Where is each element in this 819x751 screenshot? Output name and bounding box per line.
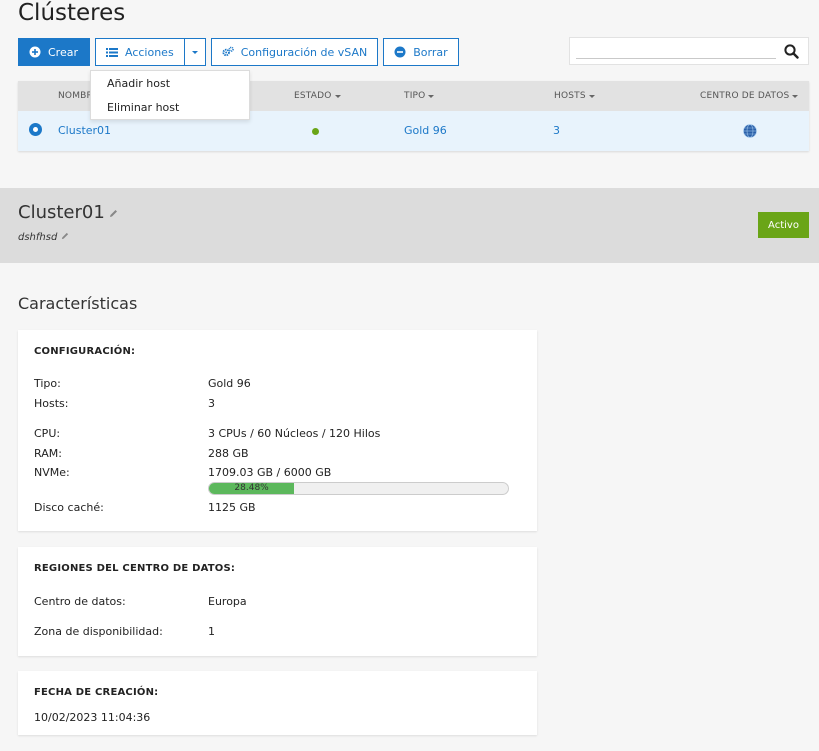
column-type-label: TIPO (404, 91, 426, 101)
row-select-radio[interactable] (29, 123, 42, 136)
creation-date-card: FECHA DE CREACIÓN: 10/02/2023 11:04:36 (18, 671, 537, 735)
type-value: Gold 96 (208, 377, 251, 390)
availability-zone-label: Zona de disponibilidad: (34, 625, 163, 638)
column-header-type[interactable]: TIPO (404, 91, 435, 101)
actions-button-label: Acciones (125, 45, 174, 59)
toolbar: Crear Acciones Configuración de vSAN Bor… (18, 38, 459, 66)
page-title: Clústeres (18, 0, 126, 26)
nvme-progress-bar: 28.48% (208, 482, 509, 495)
creation-date-value: 10/02/2023 11:04:36 (34, 711, 151, 724)
actions-dropdown-toggle[interactable] (183, 38, 206, 66)
globe-icon (743, 124, 757, 141)
ram-value: 288 GB (208, 447, 249, 460)
hosts-value: 3 (208, 397, 215, 410)
column-header-datacenter[interactable]: CENTRO DE DATOS (700, 91, 799, 101)
actions-menu: Añadir host Eliminar host (90, 70, 250, 120)
status-dot (312, 128, 319, 135)
column-header-status[interactable]: ESTADO (294, 91, 341, 101)
menu-item-remove-host[interactable]: Eliminar host (107, 101, 179, 114)
create-button-label: Crear (48, 45, 78, 59)
column-datacenter-label: CENTRO DE DATOS (700, 91, 790, 101)
column-status-label: ESTADO (294, 91, 332, 101)
availability-zone-value: 1 (208, 625, 215, 638)
edit-pencil-icon[interactable] (109, 202, 118, 223)
nvme-label: NVMe: (34, 466, 70, 479)
vsan-config-button[interactable]: Configuración de vSAN (210, 38, 379, 66)
cluster-name: Cluster01 (18, 202, 105, 223)
configuration-card: CONFIGURACIÓN: Tipo: Gold 96 Hosts: 3 CP… (18, 330, 537, 531)
cluster-type-link[interactable]: Gold 96 (404, 124, 447, 137)
datacenter-label: Centro de datos: (34, 595, 126, 608)
caret-down-icon (191, 51, 198, 54)
menu-item-add-host[interactable]: Añadir host (107, 77, 170, 90)
cluster-description-text: dshfhsd (18, 232, 58, 243)
cluster-title: Cluster01 (18, 202, 118, 223)
plus-circle-icon (29, 46, 41, 58)
type-label: Tipo: (34, 377, 61, 390)
card-heading: FECHA DE CREACIÓN: (34, 687, 159, 698)
sort-caret-icon (428, 95, 435, 98)
cpu-value: 3 CPUs / 60 Núcleos / 120 Hilos (208, 427, 381, 440)
card-heading: REGIONES DEL CENTRO DE DATOS: (34, 563, 236, 574)
cluster-name-link[interactable]: Cluster01 (58, 124, 111, 137)
sort-caret-icon (334, 95, 341, 98)
column-header-hosts[interactable]: HOSTS (554, 91, 595, 101)
search-box (569, 37, 809, 65)
regions-card: REGIONES DEL CENTRO DE DATOS: Centro de … (18, 547, 537, 656)
search-underline (576, 58, 776, 59)
vsan-config-button-label: Configuración de vSAN (240, 45, 368, 59)
card-heading: CONFIGURACIÓN: (34, 346, 136, 357)
cache-label: Disco caché: (34, 501, 104, 514)
actions-button[interactable]: Acciones (95, 38, 185, 66)
sort-caret-icon (588, 95, 595, 98)
cluster-description: dshfhsd (18, 232, 69, 243)
section-title: Características (18, 294, 138, 313)
hosts-label: Hosts: (34, 397, 69, 410)
actions-button-group: Acciones (95, 38, 206, 66)
minus-circle-icon (394, 46, 406, 58)
status-badge: Activo (758, 212, 809, 238)
list-icon (106, 46, 118, 58)
nvme-value: 1709.03 GB / 6000 GB (208, 466, 332, 479)
nvme-progress-text: 28.48% (234, 483, 269, 493)
search-icon[interactable] (784, 44, 799, 62)
sort-caret-icon (792, 95, 799, 98)
gears-icon (222, 46, 234, 58)
cpu-label: CPU: (34, 427, 61, 440)
cache-value: 1125 GB (208, 501, 256, 514)
column-hosts-label: HOSTS (554, 91, 586, 101)
edit-pencil-icon[interactable] (61, 232, 69, 243)
create-button[interactable]: Crear (18, 38, 90, 66)
delete-button[interactable]: Borrar (383, 38, 459, 66)
ram-label: RAM: (34, 447, 62, 460)
cluster-hosts-link[interactable]: 3 (553, 124, 560, 137)
cluster-detail-header: Cluster01 dshfhsd Activo (0, 188, 819, 263)
datacenter-value: Europa (208, 595, 247, 608)
delete-button-label: Borrar (413, 45, 448, 59)
